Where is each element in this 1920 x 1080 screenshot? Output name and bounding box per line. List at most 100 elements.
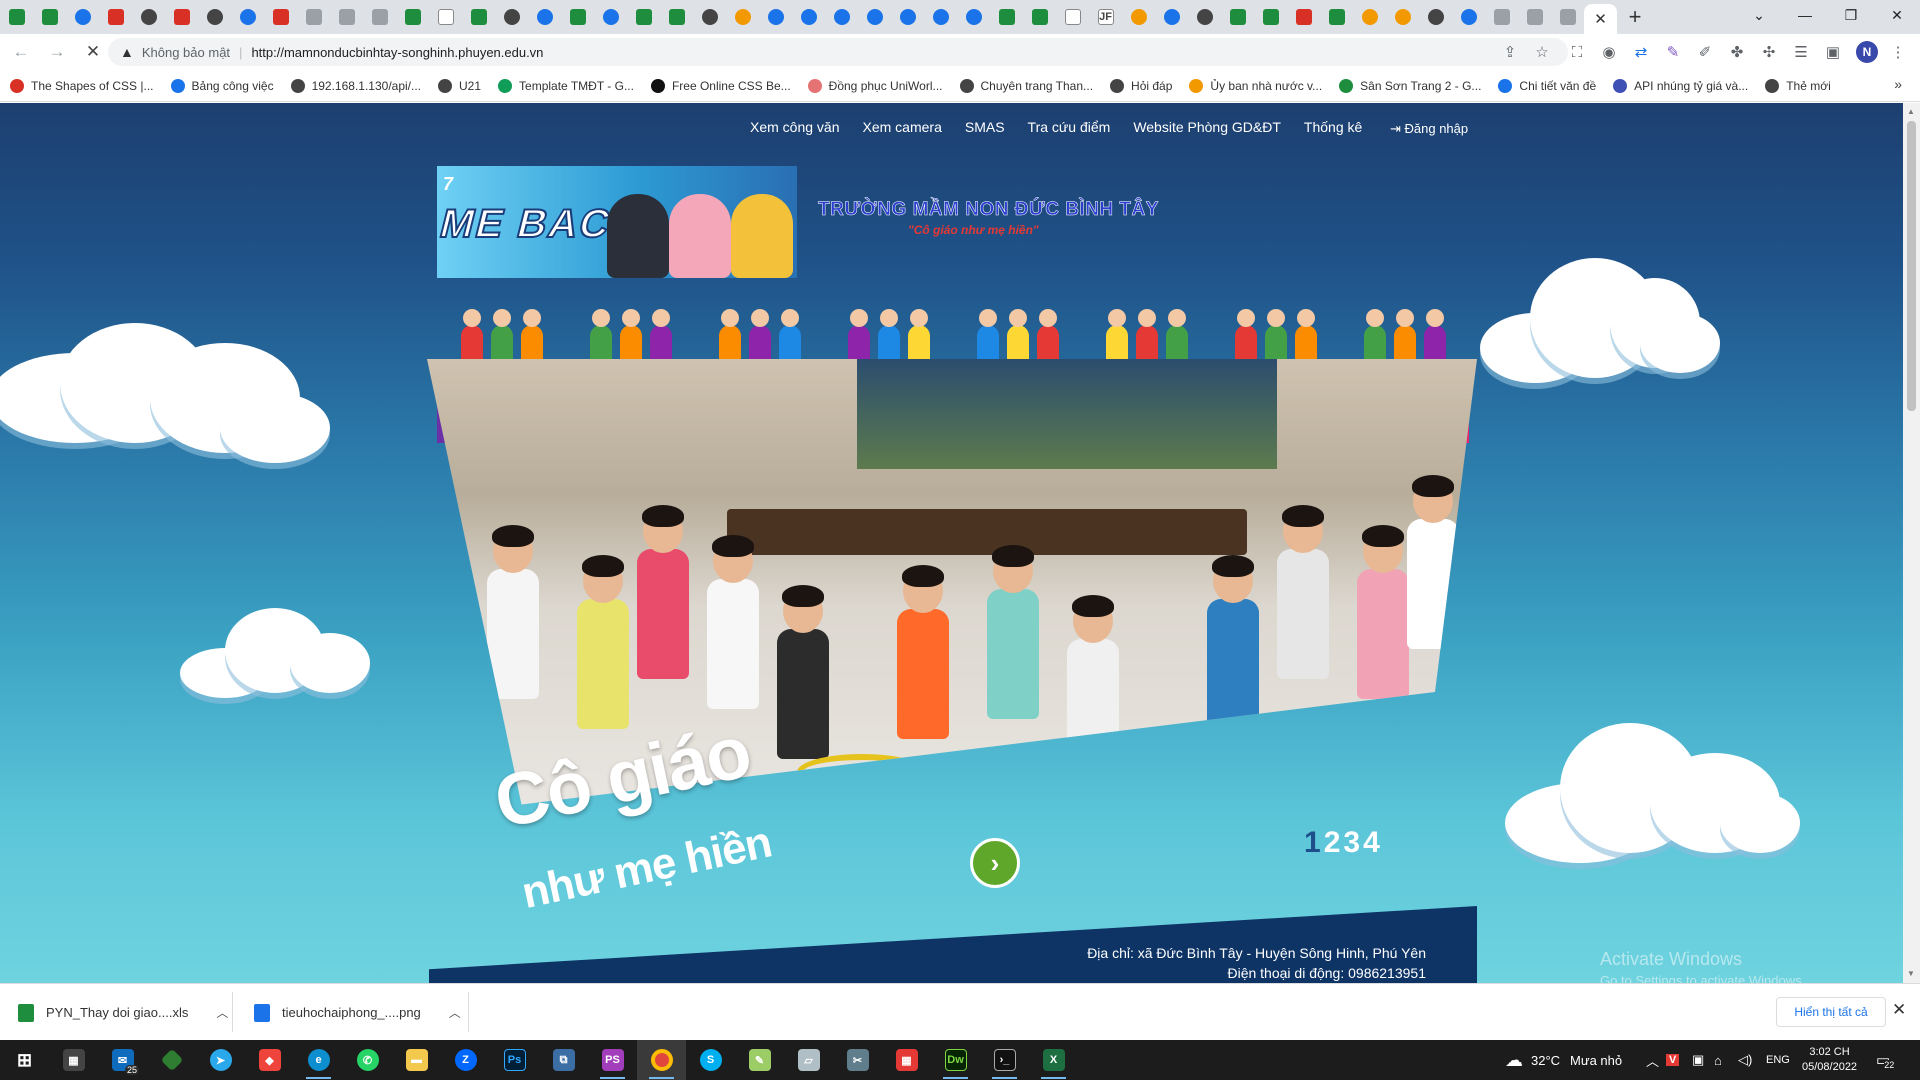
menu-kebab-icon[interactable]: ⋮ <box>1884 38 1912 66</box>
start-button[interactable]: ⊞ <box>0 1040 49 1080</box>
anydesk-icon[interactable]: ◆ <box>245 1040 294 1080</box>
browser-tab[interactable] <box>1518 0 1551 34</box>
browser-tab[interactable] <box>1056 0 1089 34</box>
photoshop-icon[interactable]: Ps <box>490 1040 539 1080</box>
browser-tab[interactable] <box>132 0 165 34</box>
browser-tab[interactable] <box>429 0 462 34</box>
language-indicator[interactable]: ENG <box>1766 1040 1790 1080</box>
bookmark-item[interactable]: Đồng phục UniWorl... <box>807 78 943 93</box>
antivirus-tray-icon[interactable]: V <box>1666 1040 1680 1080</box>
bookmark-item[interactable]: 192.168.1.130/api/... <box>290 78 421 93</box>
notepadpp-icon[interactable]: ✎ <box>735 1040 784 1080</box>
grid-app-icon[interactable]: ▦ <box>882 1040 931 1080</box>
browser-tab[interactable] <box>1287 0 1320 34</box>
bookmark-item[interactable]: Chi tiết văn đề <box>1498 78 1596 93</box>
browser-tab[interactable] <box>627 0 660 34</box>
browser-tab[interactable] <box>495 0 528 34</box>
browser-tab[interactable] <box>1551 0 1584 34</box>
browser-tab[interactable] <box>1254 0 1287 34</box>
browser-tab[interactable] <box>1155 0 1188 34</box>
browser-tab[interactable] <box>1485 0 1518 34</box>
network-icon[interactable]: ⌂ <box>1714 1040 1722 1080</box>
stop-loading-button[interactable]: ✕ <box>78 37 108 67</box>
scroll-up-icon[interactable]: ▲ <box>1907 107 1915 116</box>
extension-icon[interactable]: ✤ <box>1723 38 1751 66</box>
browser-tab[interactable] <box>1221 0 1254 34</box>
active-tab-close-icon[interactable]: ✕ <box>1584 4 1617 34</box>
browser-tab[interactable] <box>891 0 924 34</box>
bookmark-item[interactable]: Bảng công việc <box>170 78 274 93</box>
security-status[interactable]: Không bảo mật <box>142 45 230 60</box>
browser-tab[interactable] <box>924 0 957 34</box>
browser-tab[interactable] <box>561 0 594 34</box>
browser-tab[interactable] <box>462 0 495 34</box>
close-window-button[interactable]: ✕ <box>1874 0 1920 30</box>
slide-dot-4[interactable]: 4 <box>1363 826 1380 860</box>
browser-tab[interactable] <box>990 0 1023 34</box>
bookmark-item[interactable]: Chuyên trang Than... <box>959 78 1093 93</box>
browser-tab[interactable]: JF <box>1089 0 1122 34</box>
address-bar[interactable]: ▲ Không bảo mật | http://mamnonducbinhta… <box>108 38 1568 66</box>
nav-smas[interactable]: SMAS <box>965 119 1005 135</box>
browser-tab[interactable] <box>957 0 990 34</box>
chrome-icon[interactable] <box>637 1040 686 1080</box>
browser-tab[interactable] <box>363 0 396 34</box>
back-button[interactable]: ← <box>6 37 36 67</box>
bookmark-star-icon[interactable]: ☆ <box>1528 38 1556 66</box>
bookmark-item[interactable]: U21 <box>438 78 481 93</box>
side-panel-icon[interactable]: ▣ <box>1819 38 1847 66</box>
chevron-up-icon[interactable]: ︿ <box>449 1004 461 1021</box>
clock[interactable]: 3:02 CH 05/08/2022 <box>1802 1040 1857 1080</box>
browser-tab[interactable] <box>594 0 627 34</box>
minimize-button[interactable]: — <box>1782 0 1828 30</box>
browser-tab[interactable] <box>165 0 198 34</box>
show-all-downloads-button[interactable]: Hiển thị tất cả <box>1776 997 1886 1027</box>
weather-widget[interactable]: ☁ 32°C Mưa nhỏ <box>1505 1040 1622 1080</box>
browser-tab[interactable] <box>1419 0 1452 34</box>
login-link[interactable]: ⇥ Đăng nhập <box>1390 121 1468 137</box>
diamond-app-icon[interactable] <box>147 1040 196 1080</box>
bookmark-item[interactable]: Ủy ban nhà nước v... <box>1189 78 1322 93</box>
restore-button[interactable]: ❐ <box>1828 0 1874 30</box>
url-text[interactable]: http://mamnonducbinhtay-songhinh.phuyen.… <box>251 45 543 60</box>
bookmark-item[interactable]: Thẻ mới <box>1765 78 1831 93</box>
bookmark-item[interactable]: Free Online CSS Be... <box>650 78 791 93</box>
browser-tab[interactable] <box>1452 0 1485 34</box>
browser-tab[interactable] <box>1023 0 1056 34</box>
puzzle-icon[interactable]: ✣ <box>1755 38 1783 66</box>
browser-tab[interactable] <box>1386 0 1419 34</box>
browser-tab[interactable] <box>528 0 561 34</box>
share-icon[interactable]: ⇪ <box>1496 38 1524 66</box>
browser-tab[interactable] <box>231 0 264 34</box>
browser-tab[interactable] <box>1122 0 1155 34</box>
nav-tra-cuu-diem[interactable]: Tra cứu điểm <box>1028 119 1111 135</box>
browser-tab[interactable] <box>726 0 759 34</box>
slide-next-button[interactable]: › <box>970 838 1020 888</box>
scrollbar-thumb[interactable] <box>1907 121 1916 411</box>
new-tab-button[interactable]: + <box>1617 0 1653 34</box>
reading-list-icon[interactable]: ☰ <box>1787 38 1815 66</box>
edge-icon[interactable]: e <box>294 1040 343 1080</box>
browser-tab[interactable] <box>297 0 330 34</box>
skype-icon[interactable]: S <box>686 1040 735 1080</box>
zalo-icon[interactable]: Z <box>441 1040 490 1080</box>
volume-icon[interactable]: ◁) <box>1738 1040 1752 1080</box>
download-item-1[interactable]: PYN_Thay doi giao....xls ︿ <box>18 984 228 1041</box>
file-explorer-icon[interactable]: ▬ <box>392 1040 441 1080</box>
browser-tab[interactable] <box>825 0 858 34</box>
browser-tab[interactable] <box>330 0 363 34</box>
translate-icon[interactable]: ⇄ <box>1627 38 1655 66</box>
download-item-2[interactable]: tieuhochaiphong_....png ︿ <box>254 984 461 1041</box>
bookmark-item[interactable]: Sân Sơn Trang 2 - G... <box>1339 78 1481 93</box>
close-downloads-icon[interactable]: ✕ <box>1892 1000 1906 1020</box>
chevron-up-icon[interactable]: ︿ <box>216 1004 228 1021</box>
browser-tab[interactable] <box>759 0 792 34</box>
nav-website-phong[interactable]: Website Phòng GD&ĐT <box>1133 119 1281 135</box>
show-hidden-icons[interactable]: ︿ <box>1646 1040 1659 1080</box>
bookmark-item[interactable]: Template TMĐT - G... <box>498 78 634 93</box>
tray-app-icon[interactable]: ▣ <box>1692 1040 1704 1080</box>
browser-tab[interactable] <box>33 0 66 34</box>
whatsapp-icon[interactable]: ✆ <box>343 1040 392 1080</box>
browser-tab[interactable] <box>264 0 297 34</box>
slide-dot-3[interactable]: 3 <box>1343 826 1360 860</box>
